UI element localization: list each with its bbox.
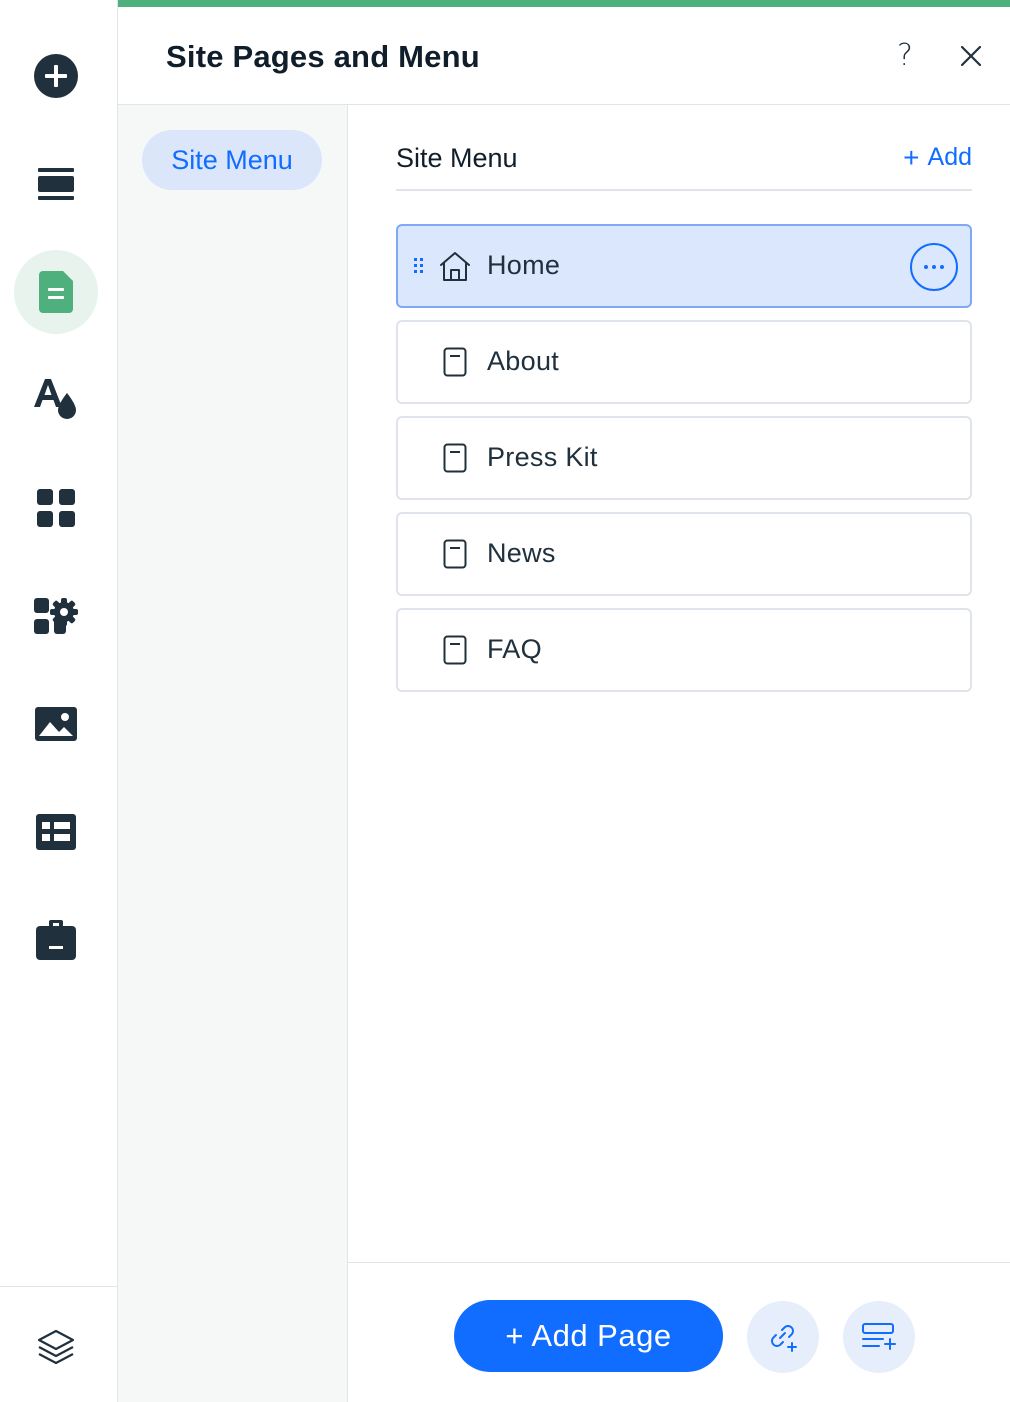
plus-icon: + xyxy=(903,141,920,173)
page-item-home[interactable]: Home xyxy=(396,224,972,308)
panel-title: Site Pages and Menu xyxy=(166,39,480,74)
sections-button[interactable] xyxy=(14,142,98,226)
drag-handle-icon[interactable] xyxy=(414,258,424,274)
menu-add-icon xyxy=(862,1323,896,1350)
business-apps-icon xyxy=(34,598,78,634)
add-elements-button[interactable] xyxy=(14,34,98,118)
add-link-button[interactable] xyxy=(747,1301,819,1373)
sections-icon xyxy=(38,168,74,200)
page-icon xyxy=(438,344,472,380)
add-label: Add xyxy=(927,143,972,171)
page-icon xyxy=(438,536,472,572)
panel-subnav: Site Menu xyxy=(118,105,348,1402)
pages-icon xyxy=(39,271,73,313)
site-design-icon xyxy=(34,379,76,419)
apps-button[interactable] xyxy=(14,466,98,550)
close-icon xyxy=(960,45,982,67)
cms-button[interactable] xyxy=(14,790,98,874)
pages-button[interactable] xyxy=(14,250,98,334)
section-title: Site Menu xyxy=(396,143,518,173)
page-item-news[interactable]: News xyxy=(396,512,972,596)
apps-icon xyxy=(37,489,75,527)
site-pages-panel: Site Pages and Menu ? Site Menu Site Men… xyxy=(118,0,1010,1402)
site-design-button[interactable] xyxy=(14,358,98,442)
more-icon xyxy=(924,265,944,269)
more-actions-button[interactable] xyxy=(910,243,958,291)
rail-divider xyxy=(0,1286,118,1287)
page-icon xyxy=(438,632,472,668)
page-item-press-kit[interactable]: Press Kit xyxy=(396,416,972,500)
media-button[interactable] xyxy=(14,682,98,766)
portfolio-button[interactable] xyxy=(14,898,98,982)
help-button[interactable]: ? xyxy=(888,35,922,75)
media-icon xyxy=(35,707,77,741)
section-header: Site Menu + Add xyxy=(396,139,972,191)
page-item-about[interactable]: About xyxy=(396,320,972,404)
panel-footer: + Add Page xyxy=(348,1262,1010,1402)
page-item-faq[interactable]: FAQ xyxy=(396,608,972,692)
layers-button[interactable] xyxy=(14,1306,98,1390)
page-label: News xyxy=(487,538,556,568)
page-icon xyxy=(438,440,472,476)
layers-icon xyxy=(37,1329,75,1365)
close-button[interactable] xyxy=(954,39,988,73)
panel-header: Site Pages and Menu ? xyxy=(118,7,1010,105)
home-icon xyxy=(438,248,472,284)
link-add-icon xyxy=(771,1325,797,1352)
add-section-button[interactable] xyxy=(843,1301,915,1373)
help-icon: ? xyxy=(897,37,913,73)
cms-icon xyxy=(36,814,76,850)
page-label: About xyxy=(487,346,560,376)
site-menu-content: Site Menu + Add Home About Press Kit New… xyxy=(348,105,1010,1262)
portfolio-icon xyxy=(36,920,76,960)
page-label: Press Kit xyxy=(487,442,598,472)
subnav-item-site-menu[interactable]: Site Menu xyxy=(142,130,322,190)
page-label: FAQ xyxy=(487,634,542,664)
business-apps-button[interactable] xyxy=(14,574,98,658)
page-label: Home xyxy=(487,250,561,280)
left-rail xyxy=(0,0,118,1402)
panel-accent-bar xyxy=(118,0,1010,7)
add-menu-item-button[interactable]: + Add xyxy=(903,143,972,172)
add-page-button[interactable]: + Add Page xyxy=(454,1300,723,1372)
page-list: Home About Press Kit News FAQ xyxy=(396,224,972,704)
add-elements-icon xyxy=(34,54,78,98)
